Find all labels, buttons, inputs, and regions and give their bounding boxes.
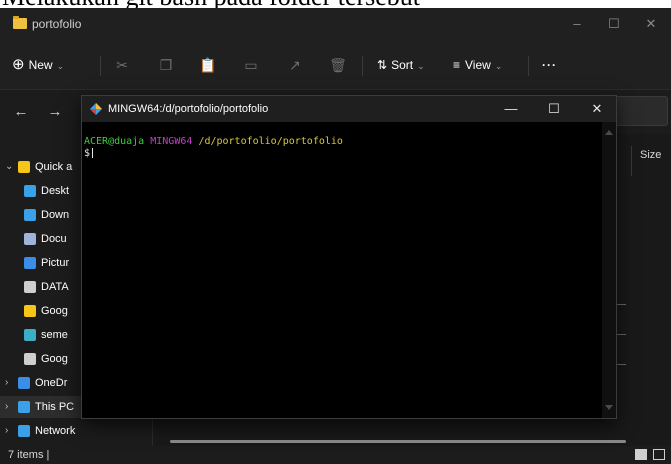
sidebar-item-label: Network [35,425,76,437]
pictures-icon [24,257,36,269]
cut-icon[interactable]: ✂ [112,54,132,76]
new-button-label: New [28,58,53,72]
delete-icon[interactable]: 🗑 [328,54,348,76]
command-bar: ⊕ New ⌄ ✂ ❐ 📋 ▭ ↗ 🗑 ⇅ Sort ⌄ ≡ View ⌄ ··· [0,40,671,90]
view-button-label: View [465,58,491,72]
chevron-down-icon: ⌄ [417,61,425,71]
sidebar-item-label: Pictur [41,257,70,269]
explorer-titlebar[interactable]: portofolio – ☐ ✕ [0,8,671,40]
sidebar-item-label: This PC [35,401,75,413]
terminal-scrollbar[interactable] [602,122,616,418]
scroll-down-icon[interactable] [605,405,613,410]
sort-button-label: Sort [391,58,414,72]
toolbar-divider [100,56,101,76]
copy-icon[interactable]: ❐ [156,54,176,76]
download-icon [24,209,36,221]
terminal-close-button[interactable]: ✕ [588,100,606,118]
plus-circle-icon: ⊕ [12,56,25,73]
document-icon [24,233,36,245]
sidebar-item-label: Docu [41,233,67,245]
horizontal-scrollbar[interactable] [170,440,626,443]
prompt-path: /d/portofolio/portofolio [198,136,343,147]
terminal-minimize-button[interactable]: — [502,100,520,118]
chevron-down-icon[interactable]: ⌄ [5,156,15,178]
chevron-down-icon: ⌄ [494,61,503,71]
row-divider [616,334,626,335]
minimize-button[interactable]: – [567,14,587,34]
sidebar-item-label: Goog [41,305,68,317]
details-view-icon[interactable] [635,449,647,460]
chevron-down-icon: ⌄ [56,61,65,71]
folder-icon [13,16,27,29]
this-pc-icon [18,401,30,413]
file-explorer-window: portofolio – ☐ ✕ ⊕ New ⌄ ✂ ❐ 📋 ▭ ↗ 🗑 ⇅ Sort… [0,8,671,464]
item-count: 7 items | [8,449,50,461]
google-drive-icon [24,305,36,317]
terminal-prompt-line: ACER@duaja MINGW64 /d/portofolio/portofo… [84,136,600,148]
chevron-right-icon[interactable]: › [5,396,15,418]
prompt-user-host: ACER@duaja [84,136,145,147]
sidebar-item[interactable]: › Network [0,420,152,442]
rename-icon[interactable]: ▭ [241,54,261,76]
row-divider [616,364,626,365]
size-column-header[interactable]: Size [640,149,661,161]
chevron-right-icon[interactable]: › [5,420,15,442]
search-box[interactable] [612,96,668,126]
maximize-button[interactable]: ☐ [604,14,624,34]
toolbar-divider [362,56,363,76]
terminal-output[interactable]: ACER@duaja MINGW64 /d/portofolio/portofo… [82,122,602,418]
network-icon [18,425,30,437]
explorer-title: portofolio [32,17,82,31]
sort-button[interactable]: ⇅ Sort ⌄ [377,52,425,78]
new-button[interactable]: ⊕ New ⌄ [12,52,64,78]
document-caption: Melakukan git bash pada folder tersebut [0,0,671,8]
prompt-system: MINGW64 [150,136,193,147]
view-button[interactable]: ≡ View ⌄ [453,52,502,78]
sidebar-item-label: OneDr [35,377,68,389]
chevron-right-icon[interactable]: › [5,372,15,394]
toolbar-divider [528,56,529,76]
sidebar-item-label: Deskt [41,185,70,197]
folder-icon [24,329,36,341]
prompt-symbol: $ [84,148,91,159]
drive-icon [24,353,36,365]
onedrive-icon [18,377,30,389]
forward-arrow-icon[interactable]: → [46,102,64,122]
scroll-up-icon[interactable] [605,130,613,135]
close-button[interactable]: ✕ [641,14,661,34]
mingw-logo-icon [90,103,102,115]
text-cursor [92,148,94,158]
back-arrow-icon[interactable]: ← [12,102,30,122]
sidebar-item-label: Quick a [35,161,73,173]
paste-icon[interactable]: 📋 [198,54,218,76]
sidebar-item-label: Goog [41,353,68,365]
terminal-input-line[interactable]: $ [84,148,600,160]
sort-icon: ⇅ [377,58,388,72]
column-divider [631,146,632,176]
sidebar-item-label: seme [41,329,68,341]
terminal-titlebar[interactable]: MINGW64:/d/portofolio/portofolio — ☐ ✕ [82,96,616,122]
terminal-title: MINGW64:/d/portofolio/portofolio [108,103,269,115]
git-bash-terminal-window[interactable]: MINGW64:/d/portofolio/portofolio — ☐ ✕ A… [81,95,617,419]
sidebar-item-label: DATA [41,281,69,293]
sidebar-item-label: Down [41,209,70,221]
more-options-button[interactable]: ··· [542,52,557,78]
terminal-maximize-button[interactable]: ☐ [545,100,563,118]
view-list-icon: ≡ [453,58,461,72]
status-bar: 7 items | [0,446,671,464]
tiles-view-icon[interactable] [653,449,665,460]
star-icon [18,161,30,173]
drive-icon [24,281,36,293]
share-icon[interactable]: ↗ [285,54,305,76]
desktop-icon [24,185,36,197]
row-divider [616,304,626,305]
